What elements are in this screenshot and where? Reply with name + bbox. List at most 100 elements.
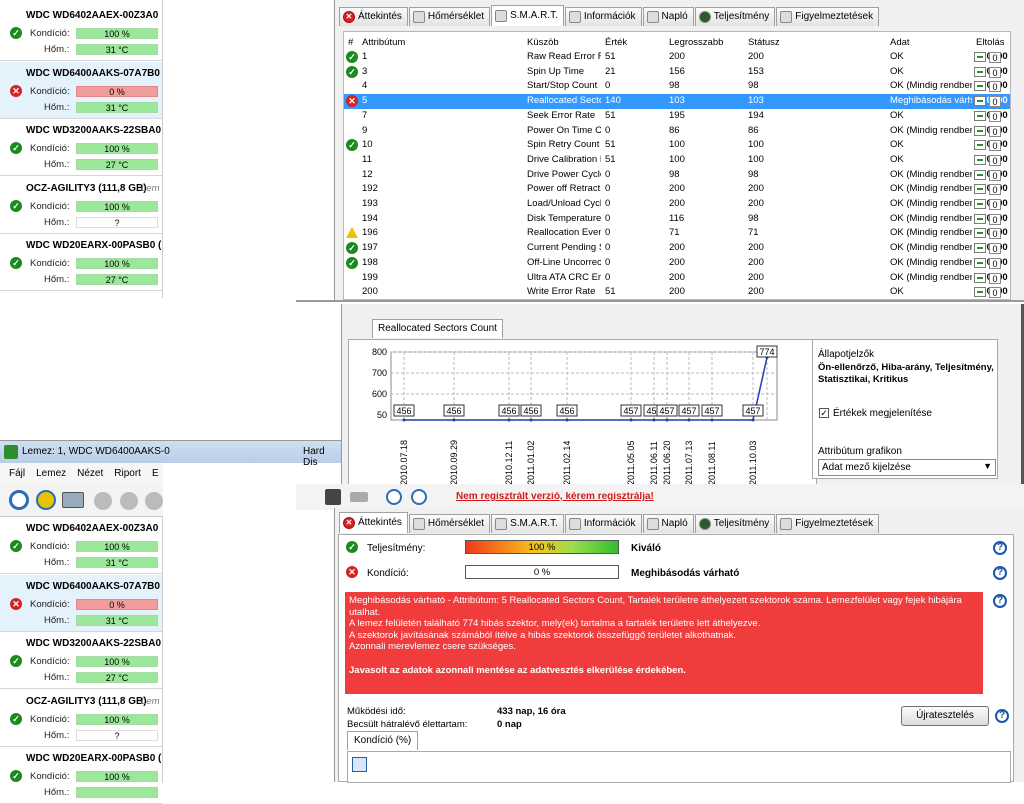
graph-mode-select[interactable]: Adat mező kijelzése ▼ [818, 459, 996, 476]
offset-toggle[interactable] [974, 257, 986, 268]
tab-performance[interactable]: Teljesítmény [694, 7, 776, 26]
offset-value[interactable]: 0 [989, 125, 1001, 137]
smart-row[interactable]: ✓ 198 Off-Line Uncorrectable Sector Co... 0… [344, 256, 1010, 271]
offset-toggle[interactable] [974, 52, 986, 62]
tab-log[interactable]: Napló [642, 7, 694, 26]
offset-toggle[interactable] [974, 184, 986, 195]
offset-value[interactable]: 0 [989, 169, 1001, 181]
tab-log[interactable]: Napló [642, 514, 694, 533]
toolbar-icon-a[interactable] [350, 492, 368, 502]
offset-value[interactable]: 0 [989, 110, 1001, 122]
offset-toggle[interactable] [974, 169, 986, 180]
refresh-icon[interactable] [9, 490, 29, 510]
smart-row[interactable]: ✓ 197 Current Pending Sector Count 0 200 200 O… [344, 241, 1010, 256]
offset-toggle[interactable] [974, 228, 986, 239]
tab-info[interactable]: Információk [564, 514, 642, 533]
offset-value[interactable]: 0 [989, 81, 1001, 93]
offset-value[interactable]: 0 [989, 287, 1001, 299]
offset-toggle[interactable] [974, 125, 986, 136]
disk-item[interactable]: WDC WD6402AAEX-00Z3A0 ✓ Kondíció: 100 % Hőm.… [0, 4, 162, 61]
offset-toggle[interactable] [974, 213, 986, 224]
disk-icon[interactable] [62, 492, 84, 508]
info-icon[interactable] [411, 489, 427, 505]
retest-button[interactable]: Újratesztelés [901, 706, 989, 726]
offset-toggle[interactable] [974, 199, 986, 209]
unregistered-notice[interactable]: Nem regisztrált verzió, kérem regisztrál… [456, 492, 654, 504]
column-header[interactable]: Eltolás [976, 36, 1010, 51]
tab-reallocated-sectors[interactable]: Reallocated Sectors Count [372, 319, 503, 338]
smart-row[interactable]: 4 Start/Stop Count 0 98 98 OK (Mindig rendben… [344, 79, 1010, 94]
smart-row[interactable]: ✓3Spin Up Time21156153OK0000000014260 [344, 65, 1010, 80]
tool-icon-3[interactable] [145, 492, 163, 510]
tab-info[interactable]: Információk [564, 7, 642, 26]
offset-value[interactable]: 0 [989, 228, 1001, 240]
menu-item[interactable]: Nézet [77, 463, 103, 485]
offset-toggle[interactable] [974, 287, 986, 298]
tab-warnings[interactable]: Figyelmeztetések [776, 7, 880, 26]
smart-row[interactable]: 9 Power On Time Count 0 86 86 OK (Mindig rend… [344, 124, 1010, 139]
menu-item[interactable]: E [152, 463, 159, 485]
smart-row[interactable]: ✕ 5 Reallocated Sectors Count 140 103 103 Megh… [344, 94, 1010, 109]
offset-value[interactable]: 0 [989, 272, 1001, 284]
menu-item[interactable]: Fájl [9, 463, 25, 485]
menu-item[interactable]: Riport [114, 463, 141, 485]
disk-item[interactable]: WDC WD6400AAKS-07A7B0 ✕ Kondíció: 0 % Hőm.: 3… [0, 574, 162, 632]
smart-row[interactable]: 11 Drive Calibration Retry Count 51 100 100 O… [344, 153, 1010, 168]
offset-toggle[interactable] [974, 243, 986, 254]
offset-value[interactable]: 0 [989, 66, 1001, 78]
offset-toggle[interactable] [974, 96, 986, 107]
smart-row[interactable]: 7Seek Error Rate51195194OK0000000000710 [344, 109, 1010, 124]
offset-value[interactable]: 0 [989, 154, 1001, 166]
tool-icon-1[interactable] [94, 492, 112, 510]
tab-warnings[interactable]: Figyelmeztetések [776, 514, 880, 533]
offset-value[interactable]: 0 [989, 96, 1001, 108]
disk-item[interactable]: OCZ-AGILITY3 (111,8 GB) Lem ✓ Kondíció: 100 … [0, 689, 162, 747]
smart-row[interactable]: 192 Power off Retract Cycle Count 0 200 200 O… [344, 182, 1010, 197]
disk-item[interactable]: WDC WD20EARX-00PASB0 (✓ Kondíció: 100 % Hőm… [0, 747, 162, 804]
save-icon[interactable] [352, 757, 367, 772]
tab-temperature[interactable]: Hőmérséklet [408, 7, 491, 26]
tab-smart[interactable]: S.M.A.R.T. [491, 514, 564, 533]
tab-overview[interactable]: ✕ Áttekintés [339, 7, 408, 26]
tool-icon-2[interactable] [120, 492, 138, 510]
tab-smart[interactable]: S.M.A.R.T. [491, 5, 564, 26]
offset-value[interactable]: 0 [989, 199, 1001, 210]
offset-value[interactable]: 0 [989, 52, 1001, 63]
smart-row[interactable]: 194 Disk Temperature 0 116 98 OK (Mindig rend… [344, 212, 1010, 227]
tab-performance[interactable]: Teljesítmény [694, 514, 776, 533]
help-icon-alert[interactable]: ? [993, 594, 1007, 608]
smart-row[interactable]: 196 Reallocation Event Count 0 71 71 OK (Mind… [344, 226, 1010, 241]
column-header[interactable]: Érték [605, 36, 667, 51]
tab-condition-percent[interactable]: Kondíció (%) [347, 731, 419, 750]
disk-item[interactable]: WDC WD20EARX-00PASB0 (✓ Kondíció: 100 % Hőm… [0, 234, 162, 291]
disk-item[interactable]: WDC WD6402AAEX-00Z3A0 ✓ Kondíció: 100 % Hőm.… [0, 517, 162, 574]
tab-overview[interactable]: ✕ Áttekintés [339, 512, 408, 533]
column-header[interactable]: Küszöb [527, 36, 603, 51]
chart-toolbar-icon[interactable] [325, 489, 341, 505]
disk-item[interactable]: OCZ-AGILITY3 (111,8 GB) Lem ✓ Kondíció: 100 … [0, 176, 162, 234]
smart-row[interactable]: 193 Load/Unload Cycle Count 0 200 200 OK (Min… [344, 197, 1010, 212]
smart-row[interactable]: ✓10Spin Retry Count51100100OK00000000000… [344, 138, 1010, 153]
help-icon-performance[interactable]: ? [993, 541, 1007, 555]
smart-row[interactable]: 199 Ultra ATA CRC Error Count 0 200 200 OK (M… [344, 271, 1010, 286]
disk-item[interactable]: WDC WD3200AAKS-22SBA0 ✓ Kondíció: 100 % Hőm.… [0, 119, 162, 176]
column-header[interactable]: # [348, 36, 360, 51]
offset-toggle[interactable] [974, 154, 986, 165]
smart-row[interactable]: 12 Drive Power Cycle Count 0 98 98 OK (Mindig… [344, 168, 1010, 183]
offset-value[interactable]: 0 [989, 243, 1001, 255]
help-icon-condition[interactable]: ? [993, 566, 1007, 580]
disk-item[interactable]: WDC WD6400AAKS-07A7B0 ✕ Kondíció: 0 % Hőm.: 3… [0, 61, 162, 119]
smart-row[interactable]: 200Write Error Rate51200200OK00000000000… [344, 285, 1010, 299]
column-header[interactable]: Attribútum [362, 36, 525, 51]
show-values-checkbox[interactable]: ✓ [819, 408, 829, 418]
offset-toggle[interactable] [974, 66, 986, 77]
column-header[interactable]: Legrosszabb [669, 36, 746, 51]
column-header[interactable]: Státusz [748, 36, 888, 51]
disk-item[interactable]: WDC WD3200AAKS-22SBA0 ✓ Kondíció: 100 % Hőm.… [0, 632, 162, 689]
offset-value[interactable]: 0 [989, 184, 1001, 196]
offset-toggle[interactable] [974, 81, 986, 92]
smart-row[interactable]: ✓1Raw Read Error Rate51200200OK000000000… [344, 50, 1010, 65]
help-icon-retest[interactable]: ? [995, 709, 1009, 723]
offset-toggle[interactable] [974, 272, 986, 283]
offset-toggle[interactable] [974, 110, 986, 121]
